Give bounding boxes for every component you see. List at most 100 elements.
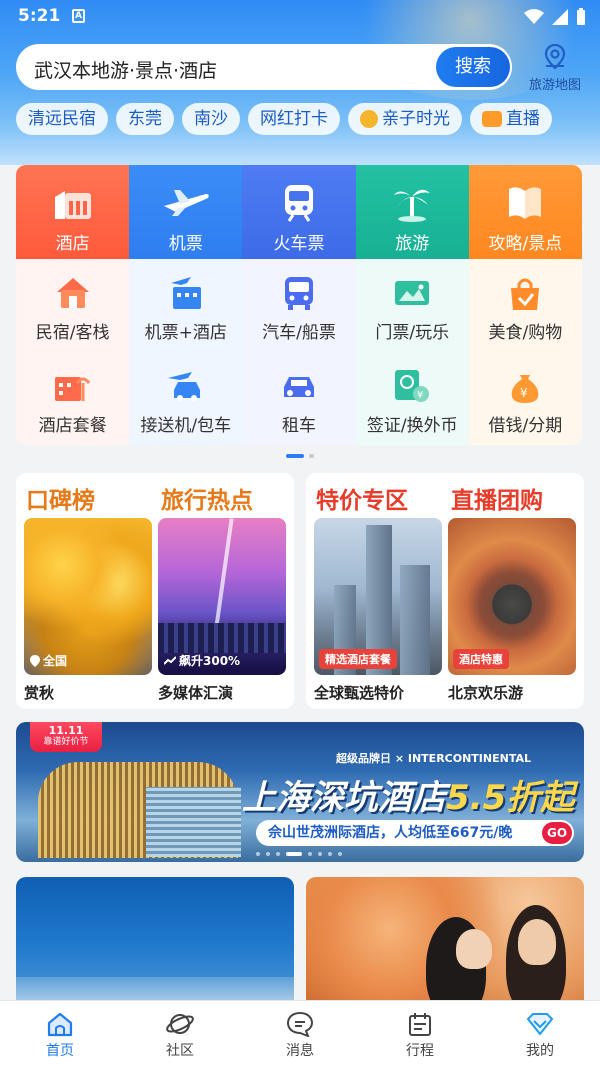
service-label: 机票+酒店	[144, 323, 227, 343]
show-photo[interactable]: 飙升300%	[158, 518, 286, 675]
service-label: 接送机/包车	[140, 416, 232, 436]
badge-bottom: 靠谱好价节	[43, 737, 89, 747]
trending-tag: 飙升300%	[164, 652, 240, 669]
status-time: 5:21	[18, 6, 61, 26]
double11-badge: 11.11 靠谱好价节	[30, 722, 102, 752]
hotel-image-tower	[146, 787, 241, 857]
chip-family[interactable]: 亲子时光	[348, 103, 462, 135]
headline-main: 上海深坑酒店	[242, 778, 446, 818]
planet-icon	[166, 1014, 194, 1034]
house-icon	[56, 278, 89, 308]
service-loan[interactable]: ¥ 借钱/分期	[468, 352, 582, 445]
service-hotel[interactable]: 酒店	[16, 165, 130, 259]
chip-qingyuan[interactable]: 清远民宿	[16, 103, 108, 135]
card-caption: 全球甄选特价	[314, 684, 405, 702]
tab-label: 社区	[166, 1043, 194, 1059]
service-car-rental[interactable]: 租车	[242, 352, 356, 445]
travel-map-button[interactable]: 旅游地图	[522, 42, 588, 93]
plane-icon	[163, 190, 209, 216]
svg-text:¥: ¥	[417, 390, 423, 401]
svg-text:¥: ¥	[520, 386, 528, 400]
banner-headline: 上海深坑酒店5.5折起	[242, 770, 574, 819]
moon-gate-photo[interactable]: 酒店特惠	[448, 518, 576, 675]
service-tickets[interactable]: 门票/玩乐	[355, 259, 469, 352]
special-deals-title[interactable]: 特价专区	[316, 481, 408, 515]
service-food-shopping[interactable]: 美食/购物	[468, 259, 582, 352]
service-train[interactable]: 火车票	[242, 165, 356, 259]
promo-banner[interactable]: 11.11 靠谱好价节 超级品牌日 × INTERCONTINENTAL 上海深…	[16, 722, 584, 862]
tab-itinerary[interactable]: 行程	[360, 1001, 480, 1066]
service-transfer[interactable]: 接送机/包车	[129, 352, 243, 445]
quick-chips: 清远民宿 东莞 南沙 网红打卡 亲子时光 直播	[16, 103, 552, 135]
search-bar[interactable]: 武汉本地游·景点·酒店 搜索	[16, 44, 512, 90]
message-icon	[286, 1011, 314, 1037]
bottom-tab-bar: 首页 社区 消息 行程 我的	[0, 1000, 600, 1066]
tab-label: 首页	[46, 1043, 74, 1059]
service-label: 租车	[282, 416, 316, 436]
system-icons	[524, 8, 586, 26]
service-flight[interactable]: 机票	[129, 165, 243, 259]
tab-home[interactable]: 首页	[0, 1001, 120, 1066]
battery-icon	[577, 8, 585, 25]
go-button[interactable]: GO	[542, 822, 572, 844]
chip-label: 南沙	[194, 109, 228, 129]
subline-text: 佘山世茂洲际酒店，人均低至667元/晚	[268, 825, 513, 841]
location-tag: 全国	[30, 652, 67, 669]
service-label: 签证/换外币	[366, 416, 458, 436]
banner-page-indicator	[256, 852, 342, 856]
service-bus-ship[interactable]: 汽车/船票	[242, 259, 356, 352]
service-label: 民宿/客栈	[35, 323, 110, 343]
live-group-buy-title[interactable]: 直播团购	[451, 481, 543, 515]
city-photo[interactable]: 精选酒店套餐	[314, 518, 442, 675]
service-homestay[interactable]: 民宿/客栈	[16, 259, 130, 352]
hotel-package-tag: 精选酒店套餐	[319, 649, 397, 669]
search-button[interactable]: 搜索	[436, 47, 510, 87]
bee-icon	[360, 110, 378, 128]
app-notification-icon: A	[72, 9, 85, 23]
header: 5:21 A 武汉本地游·景点·酒店 搜索 旅游地图 清远民宿 东莞 南沙 网红…	[0, 0, 600, 165]
service-hotel-package[interactable]: 酒店套餐	[16, 352, 130, 445]
search-input[interactable]: 武汉本地游·景点·酒店	[34, 56, 217, 83]
service-grid: 酒店 机票 火车票 旅游 攻略/景点 民宿/客栈 机票+酒店 汽车/船票 门票/…	[16, 165, 582, 445]
feed-item[interactable]	[16, 877, 294, 1007]
service-guide[interactable]: 攻略/景点	[468, 165, 582, 259]
travel-hotspot-title[interactable]: 旅行热点	[161, 481, 253, 515]
tag-text: 全国	[43, 654, 68, 668]
live-icon	[482, 111, 502, 127]
service-flight-hotel[interactable]: 机票+酒店	[129, 259, 243, 352]
main-services: 酒店 机票 火车票 旅游 攻略/景点	[16, 165, 582, 259]
tab-profile[interactable]: 我的	[480, 1001, 600, 1066]
service-label: 机票	[168, 234, 203, 254]
service-visa-currency[interactable]: ¥ 签证/换外币	[355, 352, 469, 445]
chip-nansha[interactable]: 南沙	[182, 103, 240, 135]
service-label: 火车票	[273, 234, 325, 254]
service-label: 借钱/分期	[488, 416, 563, 436]
headline-price: 5.5折起	[446, 778, 575, 818]
chip-influencer[interactable]: 网红打卡	[248, 103, 340, 135]
home-icon	[47, 1012, 73, 1037]
reputation-list-title[interactable]: 口碑榜	[26, 481, 95, 515]
service-label: 酒店套餐	[38, 416, 107, 436]
chip-label: 直播	[506, 109, 540, 129]
palm-icon	[394, 189, 431, 222]
service-label: 酒店	[55, 234, 90, 254]
tab-messages[interactable]: 消息	[240, 1001, 360, 1066]
service-tour[interactable]: 旅游	[355, 165, 469, 259]
service-label: 门票/玩乐	[375, 323, 450, 343]
visa-icon: ¥	[395, 370, 430, 402]
badge-top: 11.11	[48, 724, 84, 737]
autumn-photo[interactable]: 全国	[24, 518, 152, 675]
hotel-package-icon	[54, 377, 90, 401]
chip-live[interactable]: 直播	[470, 103, 552, 135]
service-label: 汽车/船票	[262, 323, 336, 343]
ticket-icon	[395, 281, 430, 305]
feed-item[interactable]	[306, 877, 584, 1007]
banner-subline[interactable]: 佘山世茂洲际酒店，人均低至667元/晚 GO	[256, 820, 574, 846]
tab-community[interactable]: 社区	[120, 1001, 240, 1066]
deals-card: 特价专区 直播团购 精选酒店套餐 酒店特惠 全球甄选特价 北京欢乐游	[306, 473, 584, 709]
travel-map-label: 旅游地图	[528, 78, 581, 93]
card-caption: 赏秋	[24, 684, 55, 702]
bag-icon	[511, 278, 540, 310]
chip-dongguan[interactable]: 东莞	[116, 103, 174, 135]
calendar-icon	[409, 1013, 431, 1036]
